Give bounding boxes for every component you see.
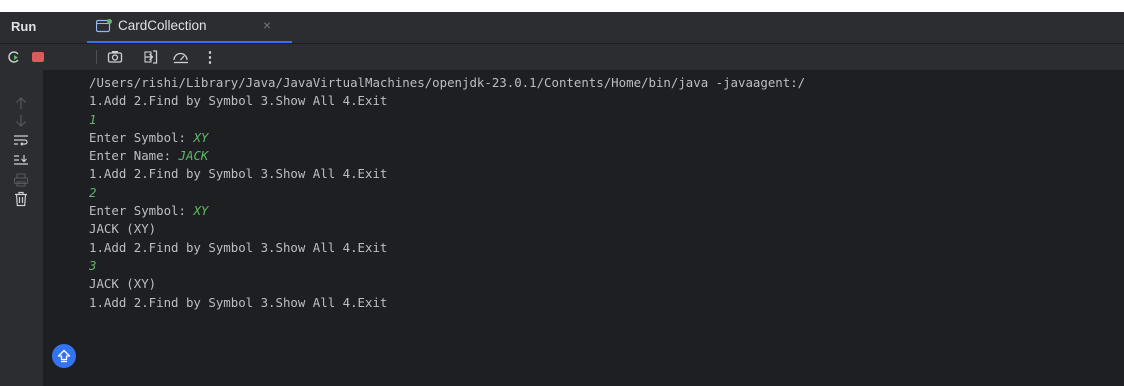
toolbar-separator xyxy=(96,50,97,64)
screenshot-icon[interactable] xyxy=(106,48,124,66)
console-user-input: XY xyxy=(193,203,209,219)
console-output-text: Enter Name: xyxy=(89,148,179,164)
tab-cardcollection[interactable]: CardCollection × xyxy=(87,12,292,43)
run-toolbar: ⋮ xyxy=(0,44,1124,70)
up-arrow-icon[interactable] xyxy=(12,94,30,112)
scroll-up-button[interactable] xyxy=(52,344,76,368)
console-line: 1.Add 2.Find by Symbol 3.Show All 4.Exit xyxy=(89,92,1124,110)
console-line: 1.Add 2.Find by Symbol 3.Show All 4.Exit xyxy=(89,239,1124,257)
console-line: /Users/rishi/Library/Java/JavaVirtualMac… xyxy=(89,74,1124,92)
console-line: Enter Name: JACK xyxy=(89,147,1124,165)
console-output-text: 1.Add 2.Find by Symbol 3.Show All 4.Exit xyxy=(89,93,388,109)
console-output-text: JACK (XY) xyxy=(89,276,157,292)
tab-bar: Run CardCollection × xyxy=(0,12,1124,44)
console-line: JACK (XY) xyxy=(89,220,1124,238)
stop-icon[interactable] xyxy=(29,48,47,66)
console-output-text: 1.Add 2.Find by Symbol 3.Show All 4.Exit xyxy=(89,239,388,255)
exit-icon[interactable] xyxy=(142,48,160,66)
soft-wrap-icon[interactable] xyxy=(12,131,30,149)
console-line: 1.Add 2.Find by Symbol 3.Show All 4.Exit xyxy=(89,165,1124,183)
profiler-icon[interactable] xyxy=(172,48,190,66)
console-output-text: Enter Symbol: xyxy=(89,129,194,145)
down-arrow-icon[interactable] xyxy=(12,112,30,130)
console-output-text: Enter Symbol: xyxy=(89,203,194,219)
console-output-text: 1.Add 2.Find by Symbol 3.Show All 4.Exit xyxy=(89,294,388,310)
rerun-icon[interactable] xyxy=(5,48,23,66)
console-user-input: 1 xyxy=(89,111,97,127)
run-config-icon xyxy=(95,19,112,33)
console-user-input: 3 xyxy=(89,257,97,273)
console-output-text: JACK (XY) xyxy=(89,221,157,237)
close-icon[interactable]: × xyxy=(263,17,271,33)
console-output-text: /Users/rishi/Library/Java/JavaVirtualMac… xyxy=(89,75,806,90)
console-output-text: 1.Add 2.Find by Symbol 3.Show All 4.Exit xyxy=(89,166,388,182)
console-line: JACK (XY) xyxy=(89,275,1124,293)
console-line: 3 xyxy=(89,257,1124,275)
console-user-input: XY xyxy=(193,129,209,145)
console-user-input: 2 xyxy=(89,184,97,200)
more-icon[interactable]: ⋮ xyxy=(201,48,219,66)
trash-icon[interactable] xyxy=(12,190,30,208)
run-tool-window: Run CardCollection × ⋮ /Users/rishi/Libr… xyxy=(0,12,1124,386)
console-gutter xyxy=(0,70,43,386)
console-line: 2 xyxy=(89,184,1124,202)
tab-title: CardCollection xyxy=(118,18,207,33)
run-panel-label: Run xyxy=(11,19,37,34)
console-user-input: JACK xyxy=(178,148,209,164)
console-line: 1.Add 2.Find by Symbol 3.Show All 4.Exit xyxy=(89,294,1124,312)
console-line: Enter Symbol: XY xyxy=(89,129,1124,147)
console-output: /Users/rishi/Library/Java/JavaVirtualMac… xyxy=(89,74,1124,312)
scroll-up-icon xyxy=(57,349,71,363)
print-icon[interactable] xyxy=(12,171,30,189)
console-line: Enter Symbol: XY xyxy=(89,202,1124,220)
console-line: 1 xyxy=(89,111,1124,129)
scroll-to-end-icon[interactable] xyxy=(12,151,30,169)
